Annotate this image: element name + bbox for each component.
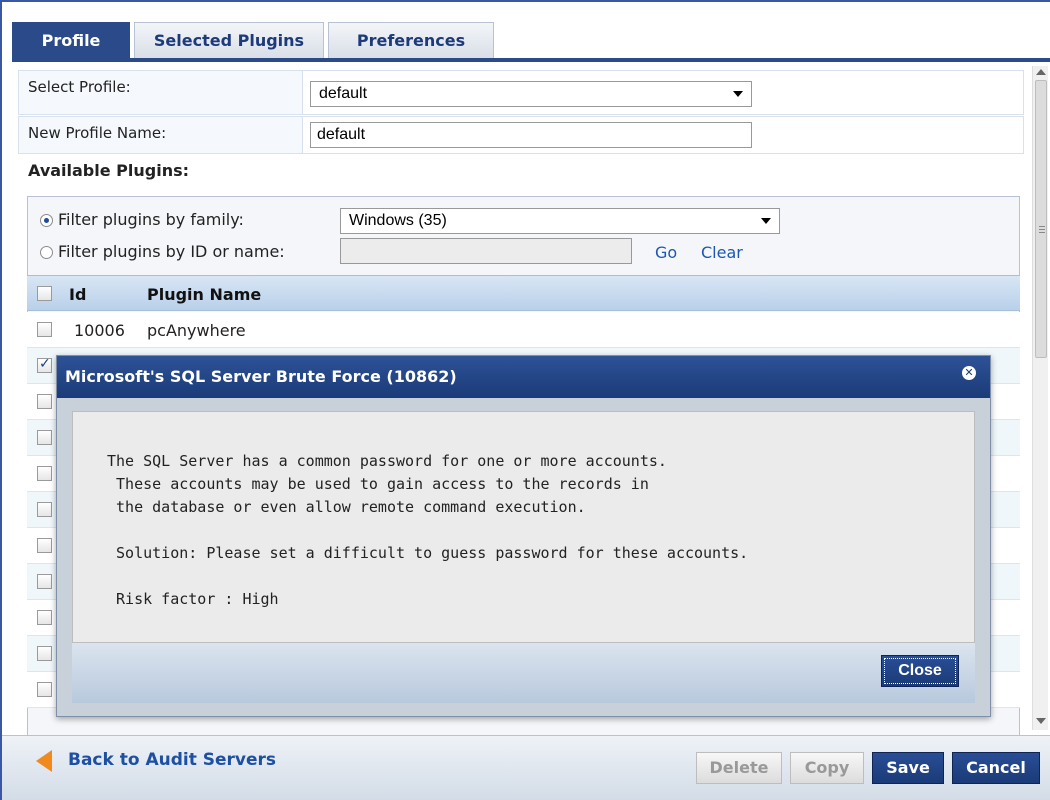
select-profile-row: Select Profile: default [18,70,1024,115]
scroll-up-arrow-icon[interactable] [1036,69,1046,75]
select-profile-value: default [319,85,368,102]
plugin-description: The SQL Server has a common password for… [107,452,749,608]
row-checkbox[interactable] [37,466,52,481]
filter-by-family-radio[interactable] [40,214,53,227]
select-profile-label: Select Profile: [28,78,131,96]
select-profile-dropdown[interactable]: default [310,81,752,107]
select-profile-cell: default [302,71,1023,114]
close-button[interactable]: Close [881,655,959,687]
grip-icon [1039,226,1045,227]
row-checkbox[interactable] [37,430,52,445]
plugin-family-dropdown[interactable]: Windows (35) [340,208,780,234]
go-link[interactable]: Go [655,243,677,262]
row-checkbox[interactable] [37,646,52,661]
tab-underline [12,58,1050,62]
dialog-body: The SQL Server has a common password for… [72,411,975,643]
row-checkbox[interactable] [37,394,52,409]
copy-button[interactable]: Copy [790,752,864,784]
column-header-id: Id [69,285,87,304]
dialog-title: Microsoft's SQL Server Brute Force (1086… [65,367,457,386]
tab-bar: Profile Selected Plugins Preferences [12,22,498,58]
row-plugin-name: pcAnywhere [147,321,246,340]
new-profile-name-input[interactable]: default [310,122,752,148]
dialog-footer: Close [72,643,975,703]
plugin-family-value: Windows (35) [349,212,447,229]
dialog-header: Microsoft's SQL Server Brute Force (1086… [57,356,990,398]
filter-by-family-label: Filter plugins by family: [58,210,244,229]
scroll-down-arrow-icon[interactable] [1036,718,1046,724]
plugin-table-header: Id Plugin Name [27,275,1020,311]
table-row: 10006 pcAnywhere [27,312,1020,348]
plugin-id-input[interactable] [340,238,632,264]
delete-button[interactable]: Delete [696,752,782,784]
row-checkbox[interactable] [37,574,52,589]
plugin-detail-dialog: Microsoft's SQL Server Brute Force (1086… [56,355,991,717]
filter-by-id-radio[interactable] [40,246,53,259]
close-icon[interactable]: ✕ [962,366,976,380]
cancel-button[interactable]: Cancel [952,752,1040,784]
row-checkbox[interactable] [37,322,52,337]
tab-preferences[interactable]: Preferences [328,22,494,58]
tab-selected-plugins[interactable]: Selected Plugins [134,22,324,58]
row-checkbox[interactable] [37,538,52,553]
new-profile-cell: default [302,117,1023,153]
row-checkbox[interactable] [37,502,52,517]
new-profile-label: New Profile Name: [28,124,167,142]
scrollbar-thumb[interactable] [1035,80,1047,358]
column-header-plugin-name: Plugin Name [147,285,262,304]
back-to-audit-servers-link[interactable]: Back to Audit Servers [68,750,276,770]
row-checkbox[interactable] [37,610,52,625]
back-arrow-icon[interactable] [36,750,52,772]
chevron-down-icon [761,218,771,224]
row-checkbox[interactable] [37,682,52,697]
select-all-checkbox[interactable] [37,286,52,301]
footer-bar: Back to Audit Servers Delete Copy Save C… [2,735,1050,800]
available-plugins-title: Available Plugins: [28,161,190,180]
tab-profile[interactable]: Profile [12,22,130,58]
clear-link[interactable]: Clear [701,243,743,262]
vertical-scrollbar[interactable] [1032,66,1048,730]
row-id: 10006 [74,321,125,340]
filter-by-id-label: Filter plugins by ID or name: [58,242,285,261]
new-profile-row: New Profile Name: default [18,116,1024,154]
save-button[interactable]: Save [872,752,944,784]
chevron-down-icon [733,91,743,97]
row-checkbox[interactable] [37,356,52,373]
